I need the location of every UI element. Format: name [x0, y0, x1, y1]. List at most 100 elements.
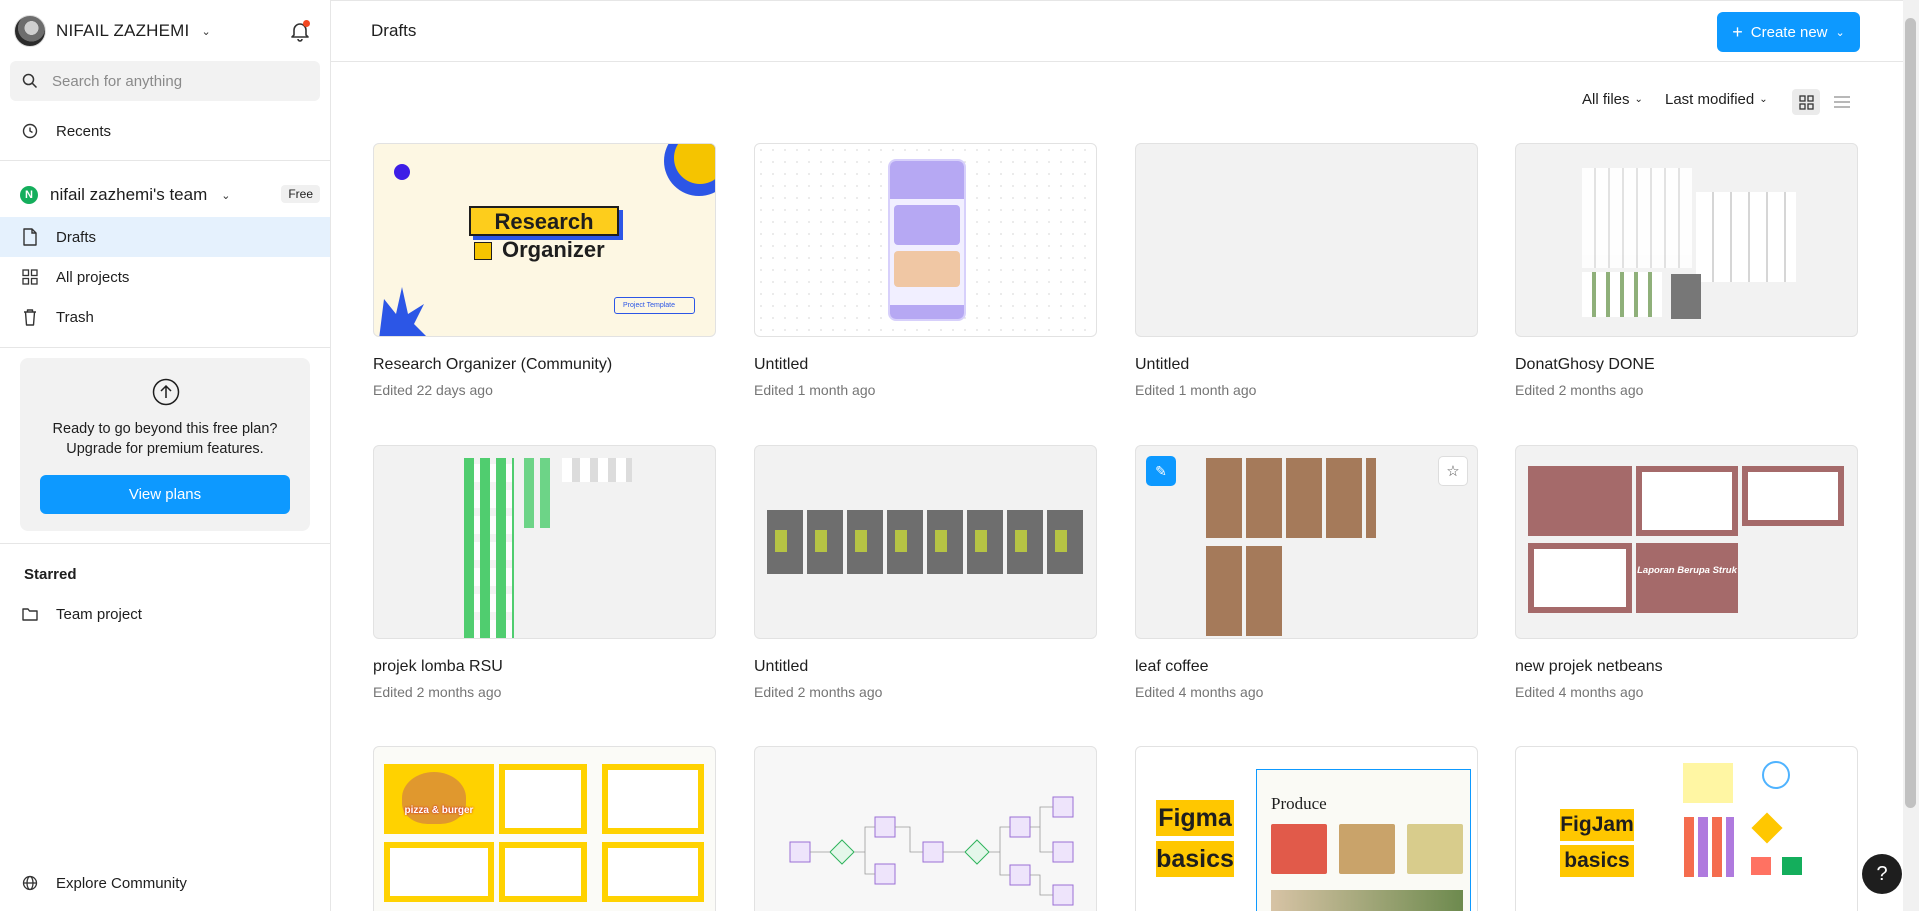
file-edited: Edited 4 months ago: [1135, 684, 1264, 700]
frame-block: [1636, 466, 1738, 536]
explore-community-link[interactable]: Explore Community: [0, 863, 330, 903]
grid-view-toggle[interactable]: [1792, 89, 1820, 115]
thumb-heading: FigJam: [1560, 809, 1634, 841]
mockup-card: [894, 205, 960, 245]
plan-badge: Free: [281, 185, 320, 203]
mockup-heading: Produce: [1271, 794, 1327, 813]
file-edited: Edited 4 months ago: [1515, 684, 1644, 700]
file-thumbnail[interactable]: [373, 445, 716, 639]
file-card[interactable]: Untitled Edited 1 month ago: [754, 143, 1097, 398]
thumb-chip: Project Template: [614, 297, 695, 314]
file-card[interactable]: pizza & burger: [373, 746, 716, 911]
chevron-down-icon: ⌄: [221, 189, 231, 202]
mockup-image: [894, 251, 960, 287]
team-switcher[interactable]: N nifail zazhemi's team ⌄ Free: [20, 183, 320, 207]
create-new-button[interactable]: + Create new ⌄: [1717, 12, 1860, 52]
files-filter-label: All files: [1582, 91, 1630, 108]
file-thumbnail[interactable]: [754, 746, 1097, 911]
help-button[interactable]: ?: [1862, 854, 1902, 894]
thumb-subheading: basics: [1560, 845, 1634, 877]
frame-block: [1528, 466, 1632, 536]
file-thumbnail[interactable]: Figma basics Produce: [1135, 746, 1478, 911]
search-placeholder: Search for anything: [52, 72, 183, 90]
nav-all-projects[interactable]: All projects: [0, 257, 330, 297]
file-thumbnail[interactable]: [754, 445, 1097, 639]
file-thumbnail[interactable]: [1515, 143, 1858, 337]
file-card[interactable]: projek lomba RSU Edited 2 months ago: [373, 445, 716, 700]
sticky-note: [1683, 763, 1733, 803]
user-name: NIFAIL ZAZHEMI: [56, 21, 190, 40]
file-title: DonatGhosy DONE: [1515, 356, 1655, 373]
decor-circle: [1762, 761, 1790, 789]
file-edited: Edited 2 months ago: [373, 684, 502, 700]
file-thumbnail[interactable]: ✎ ☆: [1135, 445, 1478, 639]
globe-icon: [22, 875, 38, 891]
upgrade-text-line2: Upgrade for premium features.: [66, 441, 264, 457]
page-title: Drafts: [371, 21, 417, 40]
sort-label: Last modified: [1665, 91, 1755, 108]
frames-grid: [1582, 168, 1692, 268]
view-plans-button[interactable]: View plans: [40, 475, 290, 514]
chevron-down-icon: ⌄: [201, 25, 211, 38]
plus-icon: +: [1732, 22, 1743, 42]
mockup-nav: [890, 305, 964, 319]
file-card[interactable]: DonatGhosy DONE Edited 2 months ago: [1515, 143, 1858, 398]
nav-drafts[interactable]: Drafts: [0, 217, 330, 257]
file-card[interactable]: Figma basics Produce: [1135, 746, 1478, 911]
file-thumbnail[interactable]: [1135, 143, 1478, 337]
mockup-image: [1339, 824, 1395, 874]
file-card[interactable]: FigJam basics: [1515, 746, 1858, 911]
top-bar: Drafts + Create new ⌄: [331, 0, 1903, 62]
sort-dropdown[interactable]: Last modified ⌄: [1665, 91, 1768, 108]
phone-mockup: [888, 159, 966, 321]
thumb-subheading: Organizer: [502, 237, 605, 262]
emoji-stickers: [1684, 817, 1734, 877]
file-card[interactable]: Untitled Edited 1 month ago: [1135, 143, 1478, 398]
team-name: nifail zazhemi's team: [50, 185, 208, 204]
file-thumbnail[interactable]: pizza & burger: [373, 746, 716, 911]
file-title: Untitled: [1135, 356, 1190, 373]
avatar[interactable]: [14, 15, 46, 47]
file-icon: [23, 228, 37, 246]
file-card[interactable]: [754, 746, 1097, 911]
frame-block: [602, 842, 704, 902]
file-thumbnail[interactable]: FigJam basics: [1515, 746, 1858, 911]
nav-trash[interactable]: Trash: [0, 297, 330, 337]
file-card[interactable]: Research Organizer Project Template Rese…: [373, 143, 716, 398]
nav-recents[interactable]: Recents: [0, 111, 330, 151]
question-icon: ?: [1876, 862, 1888, 885]
starred-item-team-project[interactable]: Team project: [0, 594, 330, 634]
frame-block: [602, 764, 704, 834]
file-title: leaf coffee: [1135, 658, 1209, 675]
user-menu[interactable]: NIFAIL ZAZHEMI ⌄: [14, 14, 211, 48]
file-thumbnail[interactable]: [754, 143, 1097, 337]
search-icon: [22, 73, 38, 89]
file-thumbnail[interactable]: Research Organizer Project Template: [373, 143, 716, 337]
frame-block: [1742, 466, 1844, 526]
search-input[interactable]: Search for anything: [10, 61, 320, 101]
notification-dot: [303, 20, 310, 27]
file-edited: Edited 2 months ago: [1515, 382, 1644, 398]
files-filter-dropdown[interactable]: All files ⌄: [1582, 91, 1643, 108]
file-card[interactable]: ✎ ☆ leaf coffee Edited 4 months ago: [1135, 445, 1478, 700]
arrow-up-circle-icon: [152, 378, 180, 406]
nav-trash-label: Trash: [56, 308, 94, 326]
scrollbar-thumb[interactable]: [1905, 18, 1916, 808]
divider: [0, 543, 330, 544]
frames-grid: [1696, 192, 1796, 282]
file-thumbnail[interactable]: Laporan Berupa Struk: [1515, 445, 1858, 639]
create-new-label: Create new: [1750, 23, 1828, 41]
file-card[interactable]: Untitled Edited 2 months ago: [754, 445, 1097, 700]
thumb-subheading: basics: [1156, 841, 1234, 877]
list-view-toggle[interactable]: [1828, 89, 1856, 115]
file-title: Untitled: [754, 356, 809, 373]
thumb-heading: pizza & burger: [404, 805, 474, 816]
frames-grid: [464, 458, 514, 638]
notifications-bell-icon[interactable]: [289, 20, 311, 42]
sidebar: NIFAIL ZAZHEMI ⌄ Search for anything Rec…: [0, 0, 331, 911]
star-icon[interactable]: ☆: [1438, 456, 1468, 486]
file-card[interactable]: Laporan Berupa Struk new projek netbeans…: [1515, 445, 1858, 700]
mockup-image: [1407, 824, 1463, 874]
mockup-image: [1271, 890, 1463, 911]
nav-all-projects-label: All projects: [56, 268, 130, 286]
